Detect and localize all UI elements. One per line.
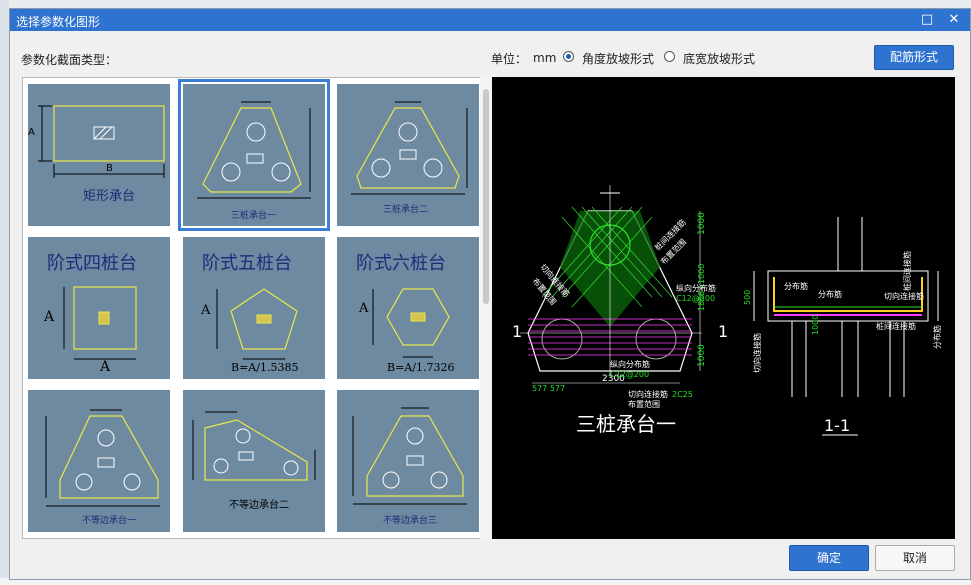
tile-stepped-four-pile[interactable]: 阶式四桩台 A A <box>28 237 170 379</box>
dim-1000-bottom: 1000 <box>697 344 707 367</box>
dim-a: A <box>201 303 211 318</box>
dialog-titlebar: 选择参数化图形 □ ✕ <box>10 9 970 31</box>
tile-caption: 不等边承台一 <box>82 516 137 526</box>
unit-value: mm <box>533 51 557 65</box>
tile-unequal-cap-1[interactable]: 不等边承台一 <box>28 390 170 532</box>
tile-three-pile-cap-1[interactable]: 三桩承台一 <box>178 79 330 231</box>
dim-a: A <box>44 309 55 325</box>
scrollbar-thumb[interactable] <box>483 89 489 304</box>
dim-577: 577 577 <box>532 384 565 393</box>
note-5: 纵向分布筋 <box>676 283 716 293</box>
section-type-label: 参数化截面类型： <box>21 53 118 67</box>
note-14: 切向连接筋 <box>884 291 924 301</box>
cut-mark-left: 1 <box>512 322 522 341</box>
note-7: 纵向分布筋 <box>610 359 650 369</box>
cad-preview: 1 1 1000 1858+1000 1000 2300 577 577 切向连… <box>492 77 955 539</box>
radio-angle-slope-label[interactable]: 角度放坡形式 <box>582 50 654 67</box>
note-16: 切向连接筋 <box>752 333 762 373</box>
background-app <box>0 0 9 585</box>
note-17: 分布筋 <box>932 325 942 349</box>
rect-cap-diagram <box>38 105 165 178</box>
note-10: 布置范围 <box>628 399 660 409</box>
dim-500: 500 <box>743 290 752 305</box>
note-18: 桩间连接筋 <box>902 251 912 291</box>
tile-three-pile-cap-2[interactable]: 三桩承台二 <box>337 84 479 226</box>
ok-button[interactable]: 确定 <box>789 545 869 571</box>
cut-mark-right: 1 <box>718 322 728 341</box>
preview-title: 三桩承台一 <box>576 412 676 436</box>
note-13: 分布筋 <box>818 289 842 299</box>
cancel-button[interactable]: 取消 <box>875 545 955 571</box>
maximize-button[interactable]: □ <box>918 11 936 29</box>
note-12: 分布筋 <box>784 281 808 291</box>
tile-caption: 阶式五桩台 <box>202 253 292 274</box>
shape-grid: A B 矩形承台 三桩承台一 三桩承台二 阶式四桩台 A A 阶式五桩台 A B… <box>22 77 492 539</box>
dialog-title: 选择参数化图形 <box>16 15 101 29</box>
tile-rect-cap[interactable]: A B 矩形承台 <box>28 84 170 226</box>
tile-caption: 不等边承台三 <box>383 516 438 526</box>
grid-scrollbar[interactable] <box>480 77 492 539</box>
tile-caption: 阶式四桩台 <box>47 253 137 274</box>
rect-cap-a: A <box>28 127 35 138</box>
close-button[interactable]: ✕ <box>945 11 963 29</box>
dim-1000-section: 1000 <box>811 315 820 335</box>
unit-label: 单位： <box>491 52 528 66</box>
note-15: 桩间连接筋 <box>876 321 916 331</box>
dim-b: A <box>100 359 111 375</box>
radio-width-slope-label[interactable]: 底宽放坡形式 <box>683 50 755 67</box>
tile-caption: 矩形承台 <box>83 189 136 204</box>
radio-width-slope[interactable] <box>664 51 675 62</box>
tile-stepped-six-pile[interactable]: 阶式六桩台 A B=A/1.7326 <box>337 237 479 379</box>
dim-b: B=A/1.7326 <box>387 361 455 374</box>
rebar-form-button[interactable]: 配筋形式 <box>874 45 954 70</box>
tile-caption: 阶式六桩台 <box>356 253 446 274</box>
radio-angle-slope[interactable] <box>563 51 574 62</box>
cad-drawing: 1 1 1000 1858+1000 1000 2300 577 577 切向连… <box>512 185 942 436</box>
tile-caption: 三桩承台一 <box>231 211 277 221</box>
unequal-cap-3-diagram <box>352 407 467 505</box>
note-6: C12@200 <box>676 294 715 303</box>
tile-stepped-five-pile[interactable]: 阶式五桩台 A B=A/1.5385 <box>183 237 325 379</box>
select-parametric-shape-dialog: 选择参数化图形 □ ✕ 参数化截面类型： 单位： mm 角度放坡形式 底宽放坡形… <box>9 8 971 580</box>
tile-unequal-cap-3[interactable]: 不等边承台三 <box>337 390 479 532</box>
dim-1000-top: 1000 <box>697 212 707 235</box>
tile-caption: 三桩承台二 <box>383 205 429 215</box>
unequal-cap-1-diagram <box>45 409 160 507</box>
dim-b: B=A/1.5385 <box>231 361 299 374</box>
three-pile-cap-1-diagram <box>197 101 311 199</box>
dim-a: A <box>359 301 369 316</box>
tile-unequal-cap-2[interactable]: 不等边承台二 <box>183 390 325 532</box>
section-mark: 1-1 <box>824 416 850 435</box>
note-11: 2C25 <box>672 390 693 399</box>
plan-view <box>520 185 702 384</box>
tile-caption: 不等边承台二 <box>229 500 289 511</box>
rect-cap-b: B <box>106 163 113 174</box>
note-9: 切向连接筋 <box>628 389 668 399</box>
note-8: C12@200 <box>610 370 649 379</box>
